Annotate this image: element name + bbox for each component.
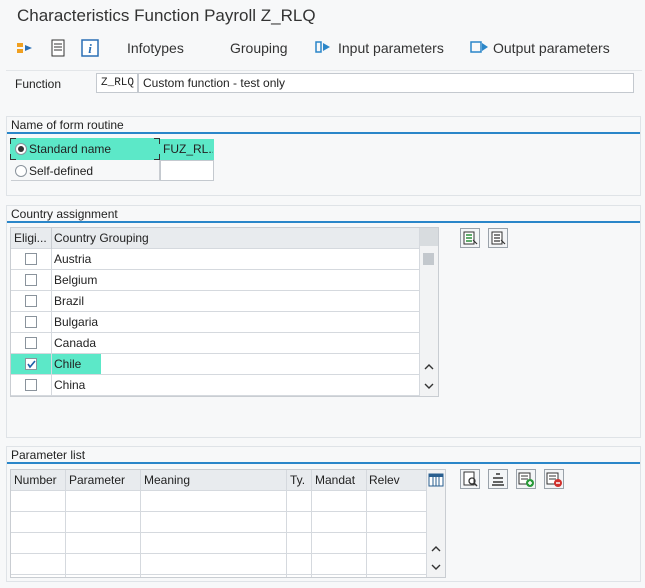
standard-name-value: FUZ_RL...	[160, 139, 214, 160]
eligible-checkbox[interactable]	[25, 379, 37, 391]
parameter-row[interactable]	[11, 491, 426, 512]
self-defined-cell	[11, 160, 160, 181]
country-grouping-column-header[interactable]: Country Grouping	[54, 228, 354, 249]
country-name: Canada	[54, 336, 97, 350]
column-separator	[65, 470, 66, 577]
function-code-field[interactable]: Z_RLQ	[96, 73, 138, 93]
column-separator	[51, 228, 52, 249]
parameter-column-header[interactable]: Parameter	[69, 470, 139, 491]
standard-name-radio[interactable]	[15, 143, 27, 155]
eligible-checkbox[interactable]	[25, 316, 37, 328]
country-row[interactable]: Belgium	[11, 270, 419, 291]
eligible-checkbox[interactable]	[25, 337, 37, 349]
country-row[interactable]: China	[11, 375, 419, 396]
input-parameters-icon	[315, 40, 335, 60]
country-row[interactable]: Austria	[11, 249, 419, 270]
parameter-table-scrollbar[interactable]	[426, 470, 445, 577]
scroll-down-icon[interactable]	[423, 380, 435, 394]
country-row[interactable]: Brazil	[11, 291, 419, 312]
eligible-checkbox[interactable]	[25, 274, 37, 286]
parameter-table-header: Number Parameter Meaning Ty. Mandat Rele…	[11, 470, 426, 491]
delete-row-icon[interactable]	[544, 469, 564, 489]
mandatory-column-header[interactable]: Mandat	[315, 470, 365, 491]
column-settings-icon[interactable]	[428, 472, 444, 488]
infotypes-button[interactable]: Infotypes	[127, 40, 184, 56]
relevant-column-header[interactable]: Relev	[369, 470, 419, 491]
standard-name-label: Standard name	[29, 142, 112, 156]
country-row[interactable]: Chile	[11, 354, 419, 375]
deselect-all-icon[interactable]	[488, 228, 508, 248]
parameter-row[interactable]	[11, 533, 426, 554]
output-parameters-icon	[470, 40, 490, 60]
column-separator	[51, 249, 52, 396]
document-icon[interactable]	[48, 38, 68, 58]
parameter-row[interactable]	[11, 512, 426, 533]
page-title: Characteristics Function Payroll Z_RLQ	[17, 6, 316, 25]
type-column-header[interactable]: Ty.	[290, 470, 312, 491]
meaning-column-header[interactable]: Meaning	[144, 470, 284, 491]
input-parameters-button[interactable]: Input parameters	[338, 40, 444, 56]
country-name: Belgium	[54, 273, 98, 287]
country-row[interactable]: Bulgaria	[11, 312, 419, 333]
scroll-up-icon[interactable]	[423, 362, 435, 375]
country-name: Bulgaria	[54, 315, 99, 329]
eligible-column-header[interactable]: Eligi...	[14, 228, 50, 249]
country-name: Austria	[54, 252, 92, 266]
parameter-table: Number Parameter Meaning Ty. Mandat Rele…	[10, 469, 446, 578]
function-label: Function	[15, 77, 62, 91]
country-table-header: Eligi... Country Grouping	[11, 228, 419, 249]
parameter-list-title: Parameter list	[7, 447, 640, 464]
column-separator	[366, 470, 367, 577]
details-icon[interactable]	[460, 469, 480, 489]
country-table: Eligi... Country Grouping Austria Belgium…	[10, 227, 439, 397]
country-table-scrollbar[interactable]	[419, 228, 438, 396]
scrollbar-header	[420, 228, 438, 246]
eligible-checkbox[interactable]	[25, 358, 37, 370]
column-separator	[140, 470, 141, 577]
country-row[interactable]: Canada	[11, 333, 419, 354]
scroll-up-icon[interactable]	[430, 543, 442, 557]
insert-row-icon[interactable]	[516, 469, 536, 489]
form-routine-title: Name of form routine	[7, 117, 640, 134]
info-icon[interactable]: i	[80, 38, 100, 58]
output-parameters-button[interactable]: Output parameters	[493, 40, 610, 56]
column-separator	[286, 470, 287, 577]
country-name: China	[54, 378, 86, 392]
country-name: Brazil	[54, 294, 85, 308]
align-icon[interactable]	[488, 469, 508, 489]
divider	[6, 70, 642, 71]
select-all-icon[interactable]	[460, 228, 480, 248]
svg-text:i: i	[88, 41, 92, 56]
display-change-icon[interactable]	[15, 38, 35, 58]
eligible-checkbox[interactable]	[25, 253, 37, 265]
self-defined-field[interactable]	[160, 160, 214, 181]
scrollbar-thumb[interactable]	[423, 253, 434, 265]
parameter-row[interactable]	[11, 554, 426, 575]
country-name: Chile	[54, 357, 82, 371]
function-description-field: Custom function - test only	[138, 73, 634, 93]
grouping-button[interactable]: Grouping	[230, 40, 288, 56]
column-separator	[311, 470, 312, 577]
scroll-down-icon[interactable]	[430, 561, 442, 575]
number-column-header[interactable]: Number	[14, 470, 66, 491]
eligible-checkbox[interactable]	[25, 295, 37, 307]
country-assignment-title: Country assignment	[7, 206, 640, 223]
